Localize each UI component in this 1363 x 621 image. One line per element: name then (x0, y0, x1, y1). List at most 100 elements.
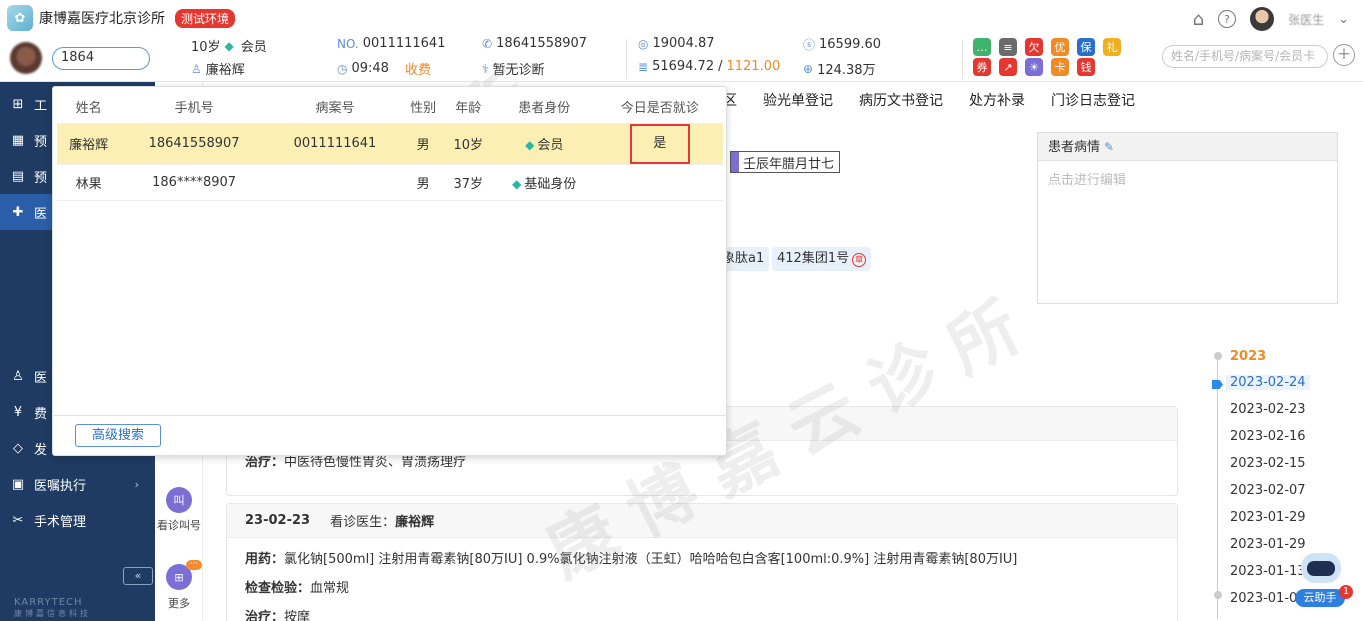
scissors-icon: ✂ (12, 512, 24, 528)
owe-icon[interactable]: 欠 (1025, 38, 1043, 56)
cell-name: 林果 (57, 164, 121, 201)
patient-phone: 18641558907 (496, 36, 588, 51)
chart-icon[interactable]: ↗ (999, 58, 1017, 76)
lunar-date-tag: 壬辰年腊月廿七 (730, 151, 841, 173)
advanced-search-button[interactable]: 高级搜索 (75, 424, 161, 447)
idea-icon[interactable]: ☀ (1025, 58, 1043, 76)
record-line-label: 治疗： (245, 610, 285, 621)
yuan-icon: ⊕ (803, 61, 814, 76)
discount-icon[interactable]: 优 (1051, 38, 1069, 56)
record-line-label: 用药： (245, 552, 285, 567)
tag-icon: ◇ (13, 440, 23, 456)
cell-phone: 186****8907 (120, 164, 268, 201)
sidebar-item-order-execution[interactable]: ▣ 医嘱执行 › (0, 466, 155, 502)
patient-tag-chip[interactable]: 412集团1号章 (772, 247, 872, 271)
tab-optometry-registration[interactable]: 验光单登记 (763, 90, 833, 110)
patient-search-input[interactable]: 1864 (52, 47, 150, 70)
gift-icon[interactable]: 礼 (1103, 38, 1121, 56)
balance-2-cell: ≣ 51694.72 / 1121.00 (638, 59, 780, 74)
doctor-label: 看诊医生： (330, 515, 396, 530)
clipboard-icon: ▤ (11, 168, 25, 184)
table-row[interactable]: 廉裕辉 18641558907 0011111641 男 10岁 ◆ 会员 是 (57, 123, 723, 165)
user-name[interactable]: 张医生 (1288, 11, 1324, 28)
table-row[interactable]: 林果 186****8907 男 37岁 ◆ 基础身份 (57, 164, 723, 201)
identity-label: 基础身份 (524, 176, 577, 192)
assistant-label: 云助手 (1295, 589, 1345, 607)
ticket-icon[interactable]: 券 (973, 58, 991, 76)
document-icon: ▣ (11, 476, 25, 492)
tab-outpatient-log-registration[interactable]: 门诊日志登记 (1051, 90, 1135, 110)
visit-time-cell: ◷ 09:48 收费 (337, 59, 431, 78)
brand-name: KARRYTECH (14, 597, 83, 608)
timeline-date[interactable]: 2023-02-23 (1230, 402, 1306, 417)
diamond-icon: ◆ (525, 138, 535, 152)
database-icon: ≣ (638, 59, 649, 74)
global-search-input[interactable]: 姓名/手机号/病案号/会员卡 (1162, 45, 1328, 68)
call-number-button[interactable]: 叫 (166, 487, 192, 513)
user-menu-chevron-icon[interactable]: ⌄ (1338, 12, 1349, 27)
condition-editor[interactable]: 点击进行编辑 (1038, 161, 1337, 196)
cell-identity: ◆ 会员 (492, 123, 597, 165)
balance-1: 19004.87 (652, 36, 715, 51)
record-line-label: 治疗： (245, 455, 285, 470)
call-number-label: 看诊叫号 (157, 519, 201, 532)
timeline-date[interactable]: 2023-02-24 (1226, 375, 1310, 390)
tab-medical-document-registration[interactable]: 病历文书登记 (859, 90, 943, 110)
list-icon[interactable]: ≡ (999, 38, 1017, 56)
balance-1-cell: ◎ 19004.87 (638, 36, 715, 51)
record-line: 治疗：按摩 (227, 606, 1177, 621)
lunar-date-marker (731, 152, 739, 172)
tab-prescription-supplement[interactable]: 处方补录 (969, 90, 1025, 110)
patient-age: 10岁 (191, 40, 221, 55)
wallet-icon[interactable]: 钱 (1077, 58, 1095, 76)
timeline-date[interactable]: 2023-02-07 (1230, 483, 1306, 498)
assistant-badge: 1 (1339, 585, 1353, 599)
sidebar-item-label: 医 (34, 370, 48, 386)
seal-icon: 章 (852, 253, 867, 267)
record-line: 用药：氯化钠[500ml] 注射用青霉素钠[80万IU] 0.9%氯化钠注射液（… (227, 548, 1177, 567)
chat-icon[interactable]: … (973, 38, 991, 56)
help-icon[interactable]: ? (1218, 10, 1237, 28)
visit-time: 09:48 (351, 61, 389, 76)
user-avatar[interactable] (1250, 7, 1275, 31)
add-patient-button[interactable]: + (1333, 44, 1355, 66)
record-no-prefix: NO. (337, 36, 359, 51)
record-line: 检查检验：血常规 (227, 577, 1177, 596)
person-icon: ♙ (191, 61, 202, 76)
sidebar-item-label: 预 (34, 134, 48, 150)
cloud-assistant-button[interactable]: 云助手 1 (1295, 545, 1357, 611)
timeline-date[interactable]: 2023-02-16 (1230, 429, 1306, 444)
charge-status[interactable]: 收费 (405, 59, 431, 78)
cell-name: 廉裕辉 (57, 123, 121, 165)
more-label: 更多 (168, 597, 190, 610)
grid-icon: ⊞ (12, 96, 24, 112)
person-icon: ♙ (12, 368, 24, 384)
stethoscope-icon: ✚ (12, 204, 24, 220)
diamond-icon: ◆ (224, 38, 234, 53)
column-header: 手机号 (120, 91, 268, 124)
cell-gender: 男 (402, 164, 445, 201)
timeline-date[interactable]: 2023-02-15 (1230, 456, 1306, 471)
membership-label: 会员 (240, 40, 267, 55)
cell-record: 0011111641 (267, 123, 403, 165)
card-icon[interactable]: 卡 (1051, 58, 1069, 76)
points-cell: ⓢ 16599.60 (803, 36, 881, 53)
timeline-date[interactable]: 2023-01-29 (1230, 510, 1306, 525)
patient-result-table: 姓名 手机号 病案号 性别 年龄 患者身份 今日是否就诊 廉裕辉 1864155… (57, 91, 723, 201)
phone-icon: ✆ (482, 36, 493, 51)
sidebar-item-surgery[interactable]: ✂ 手术管理 (0, 502, 155, 538)
timeline-year[interactable]: 2023 (1230, 349, 1266, 364)
edit-icon[interactable]: ✎ (1104, 140, 1114, 154)
balance-2-b: 1121.00 (726, 59, 781, 74)
doctor-name: 廉裕辉 (395, 515, 435, 530)
insurance-icon[interactable]: 保 (1077, 38, 1095, 56)
patient-avatar[interactable] (10, 42, 42, 74)
more-badge: ··· (186, 560, 202, 570)
sidebar-item-label: 费 (34, 406, 48, 422)
home-icon[interactable]: ⌂ (1193, 9, 1204, 30)
record-line-text: 氯化钠[500ml] 注射用青霉素钠[80万IU] 0.9%氯化钠注射液（王虹）… (284, 552, 1018, 567)
collapse-sidebar-button[interactable]: « (123, 567, 153, 585)
sidebar-item-label: 手术管理 (34, 514, 87, 530)
diamond-icon: ◆ (512, 176, 522, 191)
chip-label: 象肽a1 (722, 251, 765, 266)
